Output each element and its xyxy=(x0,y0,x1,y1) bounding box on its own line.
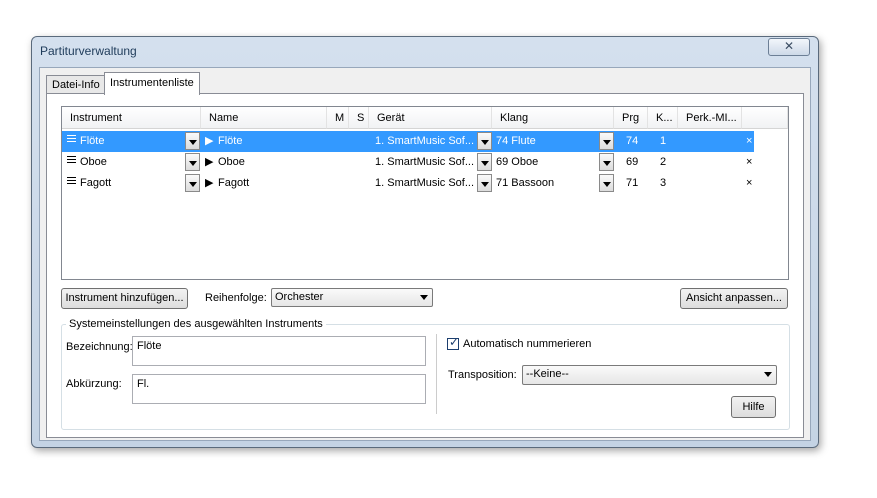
column-header-s[interactable]: S xyxy=(349,107,369,129)
name-cell: Flöte xyxy=(218,135,243,147)
prg-cell: 71 xyxy=(626,177,639,189)
column-header-klang[interactable]: Klang xyxy=(492,107,614,129)
abbreviation-field[interactable]: Fl. xyxy=(132,374,426,404)
column-header-filler xyxy=(742,107,788,129)
close-button[interactable]: ✕ xyxy=(768,38,810,56)
auto-number-label: Automatisch nummerieren xyxy=(463,338,592,350)
order-select-value: Orchester xyxy=(275,291,324,303)
channel-cell: 1 xyxy=(660,135,667,147)
table-row[interactable]: Fagott ▶ Fagott 1. SmartMusic Sof... 71 … xyxy=(62,173,754,194)
chevron-down-icon xyxy=(764,372,772,377)
drag-handle-icon[interactable] xyxy=(67,173,76,194)
instrument-dropdown[interactable] xyxy=(185,153,200,171)
instrument-cell: Flöte xyxy=(80,135,105,147)
column-header-perk-midi[interactable]: Perk.-MI... xyxy=(678,107,742,129)
remove-row-icon[interactable]: × xyxy=(746,152,752,173)
column-header-k[interactable]: K... xyxy=(648,107,678,129)
divider xyxy=(436,334,437,414)
name-field[interactable]: Flöte xyxy=(132,336,426,366)
geraet-cell: 1. SmartMusic Sof... xyxy=(375,177,475,189)
chevron-down-icon xyxy=(420,295,428,300)
transposition-select[interactable]: --Keine-- xyxy=(522,365,777,385)
geraet-dropdown[interactable] xyxy=(477,174,492,192)
instrument-dropdown[interactable] xyxy=(185,174,200,192)
klang-cell: 69 Oboe xyxy=(496,156,539,168)
geraet-cell: 1. SmartMusic Sof... xyxy=(375,135,475,147)
klang-dropdown[interactable] xyxy=(599,153,614,171)
name-label: Bezeichnung: xyxy=(66,341,133,353)
tab-instrumentenliste[interactable]: Instrumentenliste xyxy=(104,72,200,95)
abbreviation-label: Abkürzung: xyxy=(66,378,122,390)
klang-dropdown[interactable] xyxy=(599,132,614,150)
prg-cell: 69 xyxy=(626,156,639,168)
klang-dropdown[interactable] xyxy=(599,174,614,192)
tab-datei-info[interactable]: Datei-Info xyxy=(46,75,106,94)
drag-handle-icon[interactable] xyxy=(67,152,76,173)
channel-cell: 2 xyxy=(660,156,667,168)
table-row[interactable]: Flöte ▶ Flöte 1. SmartMusic Sof... 74 Fl… xyxy=(62,131,754,152)
column-header-prg[interactable]: Prg xyxy=(614,107,648,129)
column-header-geraet[interactable]: Gerät xyxy=(369,107,492,129)
name-cell: Fagott xyxy=(218,177,250,189)
expand-icon[interactable]: ▶ xyxy=(205,173,213,194)
auto-number-checkbox[interactable] xyxy=(447,335,459,350)
instrument-dropdown[interactable] xyxy=(185,132,200,150)
expand-icon[interactable]: ▶ xyxy=(205,152,213,173)
order-label: Reihenfolge: xyxy=(205,292,267,304)
instrument-list-grid[interactable]: Instrument Name M S Gerät Klang Prg K...… xyxy=(61,106,789,280)
remove-row-icon[interactable]: × xyxy=(746,131,752,152)
geraet-dropdown[interactable] xyxy=(477,132,492,150)
geraet-dropdown[interactable] xyxy=(477,153,492,171)
order-select[interactable]: Orchester xyxy=(271,288,433,307)
close-icon: ✕ xyxy=(783,39,795,53)
table-row[interactable]: Oboe ▶ Oboe 1. SmartMusic Sof... 69 Oboe… xyxy=(62,152,754,173)
drag-handle-icon[interactable] xyxy=(67,131,76,152)
geraet-cell: 1. SmartMusic Sof... xyxy=(375,156,475,168)
channel-cell: 3 xyxy=(660,177,667,189)
prg-cell: 74 xyxy=(626,135,639,147)
name-cell: Oboe xyxy=(218,156,245,168)
klang-cell: 71 Bassoon xyxy=(496,177,555,189)
instrument-cell: Fagott xyxy=(80,177,112,189)
instrument-cell: Oboe xyxy=(80,156,107,168)
transposition-label: Transposition: xyxy=(448,369,517,381)
transposition-select-value: --Keine-- xyxy=(526,368,569,380)
remove-row-icon[interactable]: × xyxy=(746,173,752,194)
settings-group-label: Systemeinstellungen des ausgewählten Ins… xyxy=(66,318,326,330)
klang-cell: 74 Flute xyxy=(496,135,536,147)
window-title: Partiturverwaltung xyxy=(40,44,137,58)
help-button[interactable]: Hilfe xyxy=(731,396,776,418)
column-header-instrument[interactable]: Instrument xyxy=(62,107,201,129)
column-header-name[interactable]: Name xyxy=(201,107,327,129)
add-instrument-button[interactable]: Instrument hinzufügen... xyxy=(61,288,188,309)
customize-view-button[interactable]: Ansicht anpassen... xyxy=(680,288,788,309)
column-header-m[interactable]: M xyxy=(327,107,349,129)
expand-icon[interactable]: ▶ xyxy=(205,131,213,152)
